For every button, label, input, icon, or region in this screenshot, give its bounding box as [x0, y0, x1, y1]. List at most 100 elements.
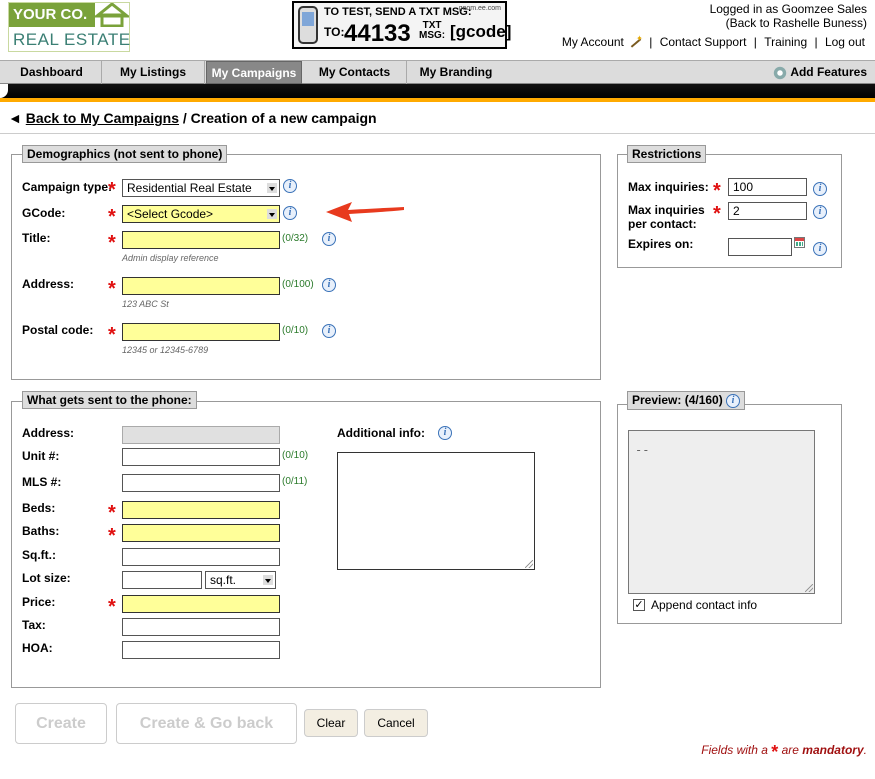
banner-brand: goom.ee.com [458, 5, 501, 12]
beds-label: Beds: [22, 501, 56, 515]
mls-input[interactable] [122, 474, 280, 492]
chevron-down-icon [267, 209, 277, 219]
magic-wand-icon [628, 34, 643, 49]
create-and-go-back-button[interactable]: Create & Go back [116, 703, 297, 744]
clear-button[interactable]: Clear [304, 709, 358, 737]
preview-area: -- [628, 430, 815, 594]
append-contact-checkbox[interactable]: ✓ [633, 599, 645, 611]
tab-my-branding[interactable]: My Branding [408, 61, 504, 84]
mls-label: MLS #: [22, 475, 62, 489]
info-icon[interactable]: i [322, 232, 336, 246]
hoa-label: HOA: [22, 641, 53, 655]
max-per-contact-input[interactable]: 2 [728, 202, 807, 220]
postal-code-counter: (0/10) [282, 325, 309, 336]
separator: | [753, 35, 757, 49]
max-inquiries-input[interactable]: 100 [728, 178, 807, 196]
info-icon[interactable]: i [322, 324, 336, 338]
info-icon[interactable]: i [322, 278, 336, 292]
required-star: * [108, 324, 116, 346]
logo-line1: YOUR CO. [9, 3, 95, 27]
banner-txt-msg: TXT MSG: [419, 20, 446, 41]
gcode-value: <Select Gcode> [127, 207, 214, 221]
sqft-input[interactable] [122, 548, 280, 566]
logo-line2: REAL ESTATE [13, 30, 131, 49]
append-contact-label: Append contact info [651, 598, 758, 612]
tab-my-contacts[interactable]: My Contacts [303, 61, 407, 84]
beds-input[interactable] [122, 501, 280, 519]
phone-icon [298, 6, 318, 44]
lot-size-input[interactable] [122, 571, 202, 589]
unit-input[interactable] [122, 448, 280, 466]
required-star: * [108, 525, 116, 547]
title-hint: Admin display reference [122, 253, 219, 263]
user-info: Logged in as Goomzee Sales (Back to Rash… [710, 2, 867, 30]
calendar-icon[interactable] [794, 237, 805, 248]
logged-in-text: Logged in as Goomzee Sales [709, 2, 867, 16]
mandatory-footnote: Fields with a * are mandatory. [701, 742, 867, 762]
required-star: * [713, 203, 721, 225]
hoa-input[interactable] [122, 641, 280, 659]
campaign-type-select[interactable]: Residential Real Estate [122, 179, 280, 197]
baths-input[interactable] [122, 524, 280, 542]
tab-my-listings[interactable]: My Listings [102, 61, 205, 84]
expires-on-input[interactable] [728, 238, 792, 256]
unit-label: Unit #: [22, 449, 60, 463]
info-icon[interactable]: i [283, 179, 297, 193]
my-account-link[interactable]: My Account [562, 35, 624, 49]
divider [0, 133, 875, 134]
phone-address-label: Address: [22, 426, 75, 440]
cancel-button[interactable]: Cancel [364, 709, 428, 737]
training-link[interactable]: Training [764, 35, 807, 49]
chevron-down-icon [267, 183, 277, 193]
postal-code-input[interactable] [122, 323, 280, 341]
additional-info-label: Additional info: [337, 426, 425, 440]
info-icon[interactable]: i [813, 182, 827, 196]
add-features-label: Add Features [790, 65, 867, 79]
address-input[interactable] [122, 277, 280, 295]
preview-legend: Preview: (4/160) i [627, 391, 746, 410]
additional-info-textarea[interactable] [337, 452, 535, 570]
back-to-user-link[interactable]: (Back to Rashelle Buness) [710, 16, 867, 30]
main-nav: Dashboard My Listings My Campaigns My Co… [0, 60, 875, 84]
lot-unit-select[interactable]: sq.ft. [205, 571, 276, 589]
header-stripe [0, 84, 875, 102]
back-to-campaigns-link[interactable]: Back to My Campaigns [26, 110, 179, 126]
tab-my-campaigns[interactable]: My Campaigns [206, 61, 302, 84]
top-links: My Account | Contact Support | Training … [560, 34, 867, 49]
postal-code-label: Postal code: [22, 323, 94, 337]
info-icon[interactable]: i [726, 393, 741, 408]
separator: | [814, 35, 818, 49]
info-icon[interactable]: i [813, 242, 827, 256]
preview-content: -- [635, 443, 650, 457]
banner-to: TO: [324, 25, 345, 39]
tax-input[interactable] [122, 618, 280, 636]
campaign-type-value: Residential Real Estate [127, 181, 252, 195]
title-label: Title: [22, 231, 51, 245]
lot-size-label: Lot size: [22, 571, 71, 585]
price-input[interactable] [122, 595, 280, 613]
add-features-button[interactable]: Add Features [757, 61, 867, 84]
gcode-select[interactable]: <Select Gcode> [122, 205, 280, 223]
max-inquiries-label: Max inquiries: [628, 180, 709, 194]
title-input[interactable] [122, 231, 280, 249]
company-logo[interactable]: YOUR CO. REAL ESTATE [8, 2, 130, 52]
required-star: * [108, 596, 116, 618]
info-icon[interactable]: i [283, 206, 297, 220]
page-title: / Creation of a new campaign [179, 110, 377, 126]
address-counter: (0/100) [282, 279, 314, 290]
chevron-down-icon [263, 575, 273, 585]
create-button[interactable]: Create [15, 703, 107, 744]
required-star: * [108, 179, 116, 201]
logout-link[interactable]: Log out [825, 35, 865, 49]
separator: | [649, 35, 653, 49]
phone-address-input [122, 426, 280, 444]
gcode-label: GCode: [22, 206, 66, 220]
info-icon[interactable]: i [438, 426, 452, 440]
house-icon [95, 3, 129, 27]
restrictions-legend: Restrictions [627, 145, 707, 163]
contact-support-link[interactable]: Contact Support [660, 35, 747, 49]
tab-dashboard[interactable]: Dashboard [2, 61, 102, 84]
campaign-type-label: Campaign type: [22, 180, 113, 194]
info-icon[interactable]: i [813, 205, 827, 219]
required-star: * [108, 278, 116, 300]
